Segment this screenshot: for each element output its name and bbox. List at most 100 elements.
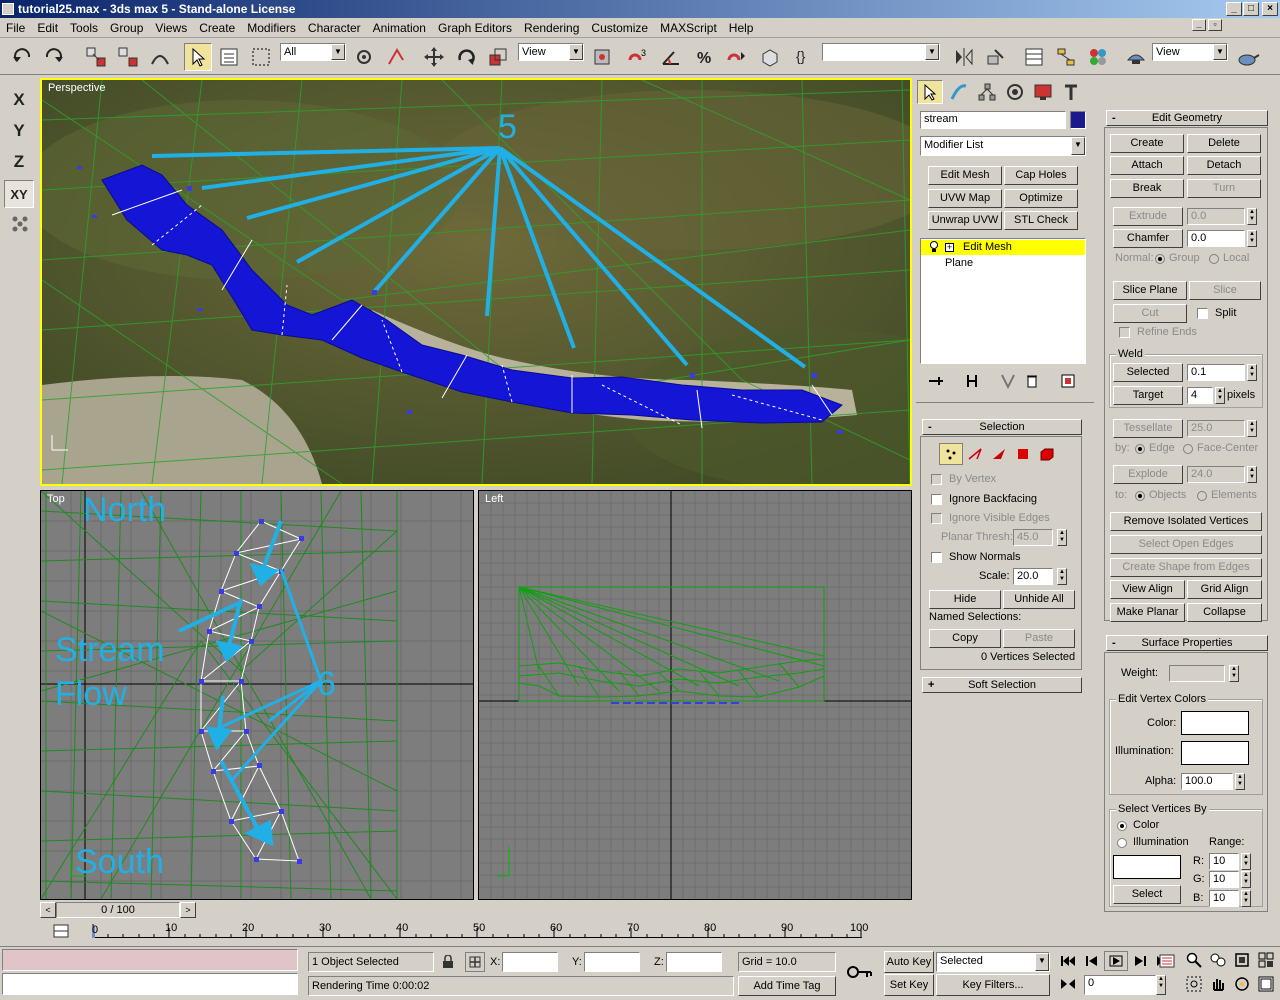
normals-scale-field[interactable]: 20.0 bbox=[1013, 568, 1053, 585]
illumination-color-swatch[interactable] bbox=[1181, 741, 1249, 765]
select-open-edges-button[interactable]: Select Open Edges bbox=[1110, 535, 1262, 554]
axis-x-button[interactable]: X bbox=[4, 86, 34, 114]
weld-threshold-spinner[interactable]: ▲ ▼ bbox=[1247, 364, 1257, 381]
range-r-spinner[interactable]: ▲ ▼ bbox=[1241, 853, 1251, 870]
surface-properties-rollout-header[interactable]: - Surface Properties bbox=[1106, 635, 1268, 651]
optimize-button[interactable]: Optimize bbox=[1004, 189, 1078, 208]
menu-character[interactable]: Character bbox=[302, 18, 367, 38]
weld-target-spinner[interactable]: ▲ ▼ bbox=[1215, 387, 1225, 404]
viewport-label[interactable]: Top bbox=[47, 493, 65, 505]
percent-snap-icon[interactable]: % bbox=[690, 43, 718, 71]
axis-xy-button[interactable]: XY bbox=[4, 180, 34, 208]
axis-z-button[interactable]: Z bbox=[4, 148, 34, 176]
explode-objects-radio[interactable] bbox=[1135, 491, 1145, 501]
tessellate-face-center-radio[interactable] bbox=[1183, 444, 1193, 454]
pivot-center-icon[interactable] bbox=[588, 43, 616, 71]
menu-views[interactable]: Views bbox=[149, 18, 193, 38]
named-selection-sets-icon[interactable] bbox=[756, 43, 784, 71]
modifier-list-dropdown[interactable]: Modifier List ▼ bbox=[920, 136, 1086, 156]
split-checkbox[interactable] bbox=[1197, 308, 1208, 319]
weld-selected-button[interactable]: Selected bbox=[1113, 363, 1183, 382]
display-tab-icon[interactable] bbox=[1030, 80, 1056, 104]
show-normals-checkbox[interactable] bbox=[931, 552, 942, 563]
x-coord-field[interactable] bbox=[502, 952, 558, 972]
chamfer-button[interactable]: Chamfer bbox=[1113, 229, 1183, 248]
select-color-swatch[interactable] bbox=[1113, 855, 1181, 879]
region-zoom-icon[interactable] bbox=[1182, 973, 1206, 995]
turn-button[interactable]: Turn bbox=[1187, 179, 1261, 198]
viewport-label[interactable]: Perspective bbox=[48, 82, 105, 94]
zoom-extents-all-icon[interactable] bbox=[1254, 949, 1278, 971]
maxscript-listener-mini[interactable] bbox=[2, 949, 298, 971]
previous-frame-icon[interactable] bbox=[1080, 951, 1104, 971]
make-unique-icon[interactable] bbox=[996, 370, 1020, 392]
add-time-tag-button[interactable]: Add Time Tag bbox=[738, 976, 836, 996]
configure-modifier-sets-icon[interactable] bbox=[1056, 370, 1080, 392]
select-object-icon[interactable] bbox=[184, 43, 212, 71]
next-frame-icon[interactable] bbox=[1128, 951, 1152, 971]
zoom-icon[interactable] bbox=[1182, 949, 1206, 971]
remove-modifier-icon[interactable] bbox=[1020, 370, 1044, 392]
extrude-amount-field[interactable]: 0.0 bbox=[1187, 208, 1245, 225]
tessellate-tension-field[interactable]: 25.0 bbox=[1187, 420, 1245, 437]
mirror-icon[interactable] bbox=[950, 43, 978, 71]
detach-button[interactable]: Detach bbox=[1187, 156, 1261, 175]
copy-button[interactable]: Copy bbox=[929, 629, 1001, 648]
select-by-name-icon[interactable] bbox=[215, 43, 243, 71]
menu-rendering[interactable]: Rendering bbox=[518, 18, 585, 38]
time-slider-thumb[interactable]: 0 / 100 bbox=[56, 902, 180, 918]
set-key-button[interactable]: Set Key bbox=[884, 974, 934, 996]
vertex-color-swatch[interactable] bbox=[1181, 711, 1249, 735]
weld-target-pixels-field[interactable]: 4 bbox=[1187, 387, 1213, 404]
close-button[interactable]: × bbox=[1262, 2, 1278, 16]
time-slider-next-icon[interactable]: > bbox=[180, 902, 196, 918]
crossing-selection-icon[interactable] bbox=[382, 43, 410, 71]
cut-button[interactable]: Cut bbox=[1113, 304, 1187, 323]
weld-target-button[interactable]: Target bbox=[1113, 386, 1183, 405]
select-and-manipulate-icon[interactable] bbox=[350, 43, 378, 71]
material-editor-icon[interactable] bbox=[1084, 43, 1112, 71]
track-bar[interactable]: 0 10 20 30 40 50 60 70 80 90 100 bbox=[40, 920, 912, 946]
menu-edit[interactable]: Edit bbox=[31, 18, 64, 38]
plus-box-icon[interactable]: + bbox=[945, 243, 954, 252]
attach-button[interactable]: Attach bbox=[1110, 156, 1184, 175]
snap-3d-icon[interactable]: 3 bbox=[624, 43, 652, 71]
zoom-all-icon[interactable] bbox=[1206, 949, 1230, 971]
motion-tab-icon[interactable] bbox=[1002, 80, 1028, 104]
range-g-spinner[interactable]: ▲ ▼ bbox=[1241, 871, 1251, 888]
by-vertex-checkbox[interactable] bbox=[931, 474, 942, 485]
explode-elements-radio[interactable] bbox=[1197, 491, 1207, 501]
scale-icon[interactable] bbox=[484, 43, 512, 71]
cap-holes-button[interactable]: Cap Holes bbox=[1004, 166, 1078, 185]
edit-geometry-rollout-header[interactable]: - Edit Geometry bbox=[1106, 110, 1268, 126]
undo-icon[interactable] bbox=[8, 43, 36, 71]
normals-scale-spinner[interactable]: ▲ ▼ bbox=[1057, 568, 1067, 585]
polygon-mode-icon[interactable] bbox=[1011, 443, 1035, 465]
maximize-viewport-icon[interactable] bbox=[1254, 973, 1278, 995]
angle-snap-icon[interactable] bbox=[657, 43, 685, 71]
planar-thresh-field[interactable]: 45.0 bbox=[1013, 529, 1053, 546]
unwrap-uvw-button[interactable]: Unwrap UVW bbox=[928, 211, 1002, 230]
key-mode-dropdown[interactable]: Selected ▼ bbox=[936, 952, 1050, 972]
maximize-button[interactable]: □ bbox=[1243, 2, 1259, 16]
select-by-color-radio[interactable] bbox=[1117, 821, 1127, 831]
top-viewport[interactable]: Top North Stream Flow 6 South bbox=[40, 490, 474, 900]
time-configuration-icon[interactable] bbox=[1156, 951, 1178, 971]
auto-key-button[interactable]: Auto Key bbox=[884, 951, 934, 973]
explode-spinner[interactable]: ▲ ▼ bbox=[1247, 466, 1257, 483]
range-g-field[interactable]: 10 bbox=[1209, 871, 1239, 888]
menu-graph-editors[interactable]: Graph Editors bbox=[432, 18, 518, 38]
current-frame-spinner[interactable]: ▲ ▼ bbox=[1156, 975, 1166, 995]
utilities-tab-icon[interactable] bbox=[1058, 80, 1084, 104]
modifier-stack[interactable]: + Edit Mesh Plane bbox=[920, 238, 1086, 364]
weight-field[interactable] bbox=[1169, 665, 1225, 682]
alpha-spinner[interactable]: ▲ ▼ bbox=[1235, 773, 1245, 790]
show-end-result-icon[interactable] bbox=[960, 370, 984, 392]
menu-animation[interactable]: Animation bbox=[367, 18, 432, 38]
menu-modifiers[interactable]: Modifiers bbox=[241, 18, 302, 38]
uvw-map-button[interactable]: UVW Map bbox=[928, 189, 1002, 208]
tessellate-edge-radio[interactable] bbox=[1135, 444, 1145, 454]
unhide-all-button[interactable]: Unhide All bbox=[1003, 590, 1075, 609]
menu-create[interactable]: Create bbox=[193, 18, 241, 38]
render-type-dropdown[interactable]: View ▼ bbox=[1152, 43, 1228, 61]
